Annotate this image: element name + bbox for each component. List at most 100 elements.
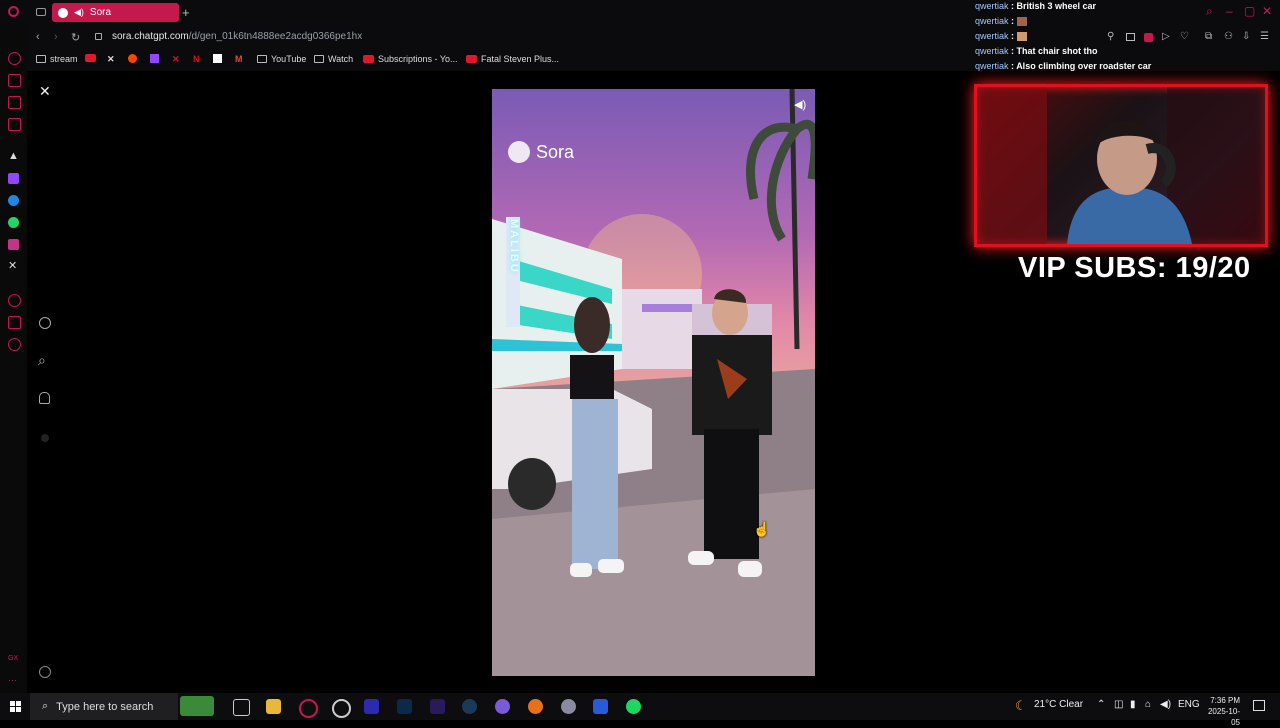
premiere-icon[interactable]	[430, 699, 445, 714]
sidebar-chatgpt-icon[interactable]: ▲	[8, 150, 19, 162]
opera-logo-icon[interactable]	[8, 6, 19, 17]
emote-icon	[1016, 32, 1027, 42]
play-icon[interactable]: ▷	[1162, 31, 1170, 42]
sora-favicon-icon	[58, 7, 68, 18]
new-tab-button[interactable]: +	[182, 5, 190, 20]
tab-sora[interactable]: ◀) Sora	[52, 3, 179, 22]
sidebar-pin-icon[interactable]	[8, 316, 21, 329]
volume-icon[interactable]: ◀)	[794, 98, 806, 111]
tray-icon[interactable]: ◫	[1114, 699, 1123, 710]
search-icon[interactable]: ⌕	[38, 352, 46, 369]
bookmark-x-icon[interactable]: ✕	[107, 54, 115, 65]
app-blue-icon[interactable]	[593, 699, 608, 714]
sidebar-instagram-icon[interactable]	[8, 239, 19, 250]
notifications-bell-icon[interactable]	[39, 392, 50, 404]
sidebar-whatsapp-icon[interactable]	[8, 217, 19, 228]
url-field[interactable]: sora.chatgpt.com/d/gen_01k6tn4888ee2acdg…	[112, 31, 362, 42]
clock-date: 2025-10-05	[1207, 707, 1240, 727]
taskbar-promo-icon[interactable]	[180, 696, 214, 716]
forward-icon[interactable]: ›	[54, 31, 58, 43]
search-app-icon[interactable]	[528, 699, 543, 714]
bookmark-stream[interactable]: stream	[36, 54, 78, 64]
malibu-sign: MALIBU	[508, 219, 520, 274]
folder-icon	[314, 55, 324, 63]
bookmark-fatal-steven[interactable]: Fatal Steven Plus...	[466, 54, 559, 64]
webcam-overlay	[974, 84, 1268, 247]
sidebar-player-icon[interactable]	[8, 118, 21, 131]
download-icon[interactable]: ⇩	[1242, 31, 1250, 42]
bookmark-label: YouTube	[271, 54, 307, 64]
tab-menu-icon[interactable]	[36, 8, 46, 16]
speaker-icon[interactable]: ◀)	[74, 7, 84, 18]
emote-icon	[1016, 17, 1027, 27]
bookmark-xcolor-icon[interactable]: ✕	[172, 54, 180, 65]
tab-title: Sora	[89, 7, 112, 18]
hand-cursor-icon: ☝	[753, 521, 771, 537]
folder-icon	[36, 55, 46, 63]
extensions-icon[interactable]: ⧉	[1205, 31, 1212, 42]
bookmark-twitch-icon[interactable]	[150, 54, 159, 63]
sora-watermark: Sora	[508, 141, 574, 163]
lock-icon[interactable]	[95, 33, 102, 40]
photoshop-icon[interactable]	[397, 699, 412, 714]
file-explorer-icon[interactable]	[266, 699, 281, 714]
taskbar-search[interactable]: ⌕ Type here to search	[30, 693, 178, 720]
vip-subs-counter: VIP SUBS: 19/20	[1018, 252, 1251, 284]
account-icon[interactable]: ⚇	[1224, 31, 1233, 42]
network-icon[interactable]: ⌂	[1145, 699, 1151, 710]
taskbar-search-placeholder: Type here to search	[56, 700, 154, 713]
sidebar-clock-icon[interactable]	[8, 294, 21, 307]
task-view-icon[interactable]	[233, 699, 250, 716]
sora-brand: Sora	[536, 141, 575, 162]
clock[interactable]: 7:36 PM 2025-10-05	[1204, 695, 1240, 728]
sidebar-wallet-icon[interactable]	[8, 96, 21, 109]
discord-icon[interactable]	[495, 699, 510, 714]
bookmark-amazon-icon[interactable]	[213, 54, 222, 63]
back-icon[interactable]: ‹	[36, 31, 40, 43]
sidebar-history-icon[interactable]	[8, 52, 21, 65]
bookmark-watch[interactable]: Watch	[314, 54, 353, 64]
bookmark-gmail-icon[interactable]: M	[235, 54, 243, 64]
mic-icon[interactable]: ▮	[1130, 699, 1136, 710]
video-frame-scene	[492, 89, 815, 676]
more-options-icon[interactable]	[39, 666, 51, 678]
obs-icon[interactable]	[332, 699, 351, 718]
pocket-icon[interactable]	[1144, 33, 1153, 42]
sidebar-aria-icon[interactable]	[8, 74, 21, 87]
tray-expand-icon[interactable]: ⌃	[1097, 699, 1105, 710]
menu-icon[interactable]: ☰	[1260, 31, 1269, 42]
youtube-icon	[466, 55, 477, 63]
bookmark-youtube[interactable]: YouTube	[257, 54, 306, 64]
bookmark-reddit-icon[interactable]	[128, 54, 137, 63]
bookmark-youtube-icon[interactable]	[85, 54, 96, 62]
sidebar-settings-icon[interactable]	[8, 338, 21, 351]
steam-icon[interactable]	[462, 699, 477, 714]
bookmark-netflix-icon[interactable]: N	[193, 54, 200, 64]
explore-icon[interactable]	[39, 317, 51, 329]
pin-icon[interactable]: ⚲	[1107, 31, 1114, 42]
snapshot-icon[interactable]	[1126, 33, 1135, 41]
sidebar-x-icon[interactable]: ✕	[8, 259, 17, 272]
sidebar-more-icon[interactable]: ···	[8, 675, 17, 685]
sidebar-gx-icon[interactable]: GX	[8, 655, 18, 662]
volume-tray-icon[interactable]: ◀)	[1160, 699, 1171, 710]
app-icon[interactable]	[561, 699, 576, 714]
chat-line: qwertiak : That chair shot tho	[975, 46, 1098, 56]
close-icon[interactable]: ✕	[39, 83, 51, 100]
heart-icon[interactable]: ♡	[1180, 31, 1189, 42]
opera-gx-taskbar-icon[interactable]	[299, 699, 318, 718]
windows-start-icon[interactable]	[10, 701, 21, 712]
folder-icon	[257, 55, 267, 63]
notification-center-icon[interactable]	[1253, 700, 1265, 711]
spotify-icon[interactable]	[626, 699, 641, 714]
profile-avatar[interactable]	[41, 434, 49, 442]
weather-text[interactable]: 21°C Clear	[1034, 699, 1083, 710]
reload-icon[interactable]: ↻	[71, 31, 80, 44]
bookmark-subscriptions[interactable]: Subscriptions - Yo...	[363, 54, 458, 64]
sidebar-messenger-icon[interactable]	[8, 195, 19, 206]
youtube-icon	[363, 55, 374, 63]
language-indicator[interactable]: ENG	[1178, 699, 1200, 710]
sidebar-twitch-icon[interactable]	[8, 173, 19, 184]
media-encoder-icon[interactable]	[364, 699, 379, 714]
video-player[interactable]: MALIBU Sora ◀)	[492, 89, 815, 676]
